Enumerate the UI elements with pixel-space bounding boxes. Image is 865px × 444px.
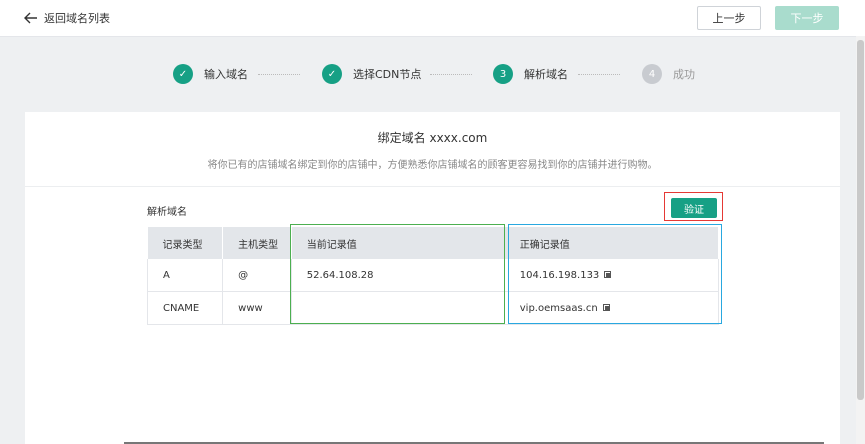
card-title: 绑定域名 xxxx.com <box>377 131 488 145</box>
step-success: 4 成功 <box>642 64 695 84</box>
card-subtitle: 将你已有的店铺域名绑定到你的店铺中，方便熟悉你店铺域名的顾客更容易找到你的店铺并… <box>207 160 658 171</box>
step-select-cdn: ✓ 选择CDN节点 <box>322 64 421 84</box>
correct-value-highlight-box <box>508 224 722 324</box>
top-bar: 返回域名列表 上一步 下一步 <box>0 0 865 37</box>
prev-step-button[interactable]: 上一步 <box>697 6 761 30</box>
step-number: 3 <box>493 64 513 84</box>
back-to-domain-list-link[interactable]: 返回域名列表 <box>24 10 110 26</box>
step-label: 成功 <box>673 68 695 81</box>
step-resolve-domain: 3 解析域名 <box>493 64 568 84</box>
step-connector <box>430 74 472 75</box>
divider <box>25 186 840 187</box>
verify-highlight-box <box>664 192 723 221</box>
stepper: ✓ 输入域名 ✓ 选择CDN节点 3 解析域名 4 成功 <box>0 64 865 86</box>
current-value-highlight-box <box>290 224 505 324</box>
step-label: 输入域名 <box>204 68 248 81</box>
step-connector <box>258 74 300 75</box>
scrollbar-thumb[interactable] <box>857 40 864 400</box>
check-icon: ✓ <box>322 64 342 84</box>
section-label: 解析域名 <box>147 207 187 218</box>
step-label: 选择CDN节点 <box>353 68 422 81</box>
arrow-left-icon <box>24 12 37 24</box>
step-label: 解析域名 <box>524 68 568 81</box>
header-record-type: 记录类型 <box>147 227 224 259</box>
step-connector <box>578 74 620 75</box>
next-step-button[interactable]: 下一步 <box>775 6 839 30</box>
back-label: 返回域名列表 <box>44 12 110 25</box>
header-host-type: 主机类型 <box>222 227 292 259</box>
step-number: 4 <box>642 64 662 84</box>
record-type-cell: A <box>146 259 224 292</box>
host-type-cell: www <box>222 291 292 325</box>
record-type-cell: CNAME <box>146 291 224 325</box>
check-icon: ✓ <box>173 64 193 84</box>
host-type-cell: @ <box>222 259 292 292</box>
step-enter-domain: ✓ 输入域名 <box>173 64 248 84</box>
